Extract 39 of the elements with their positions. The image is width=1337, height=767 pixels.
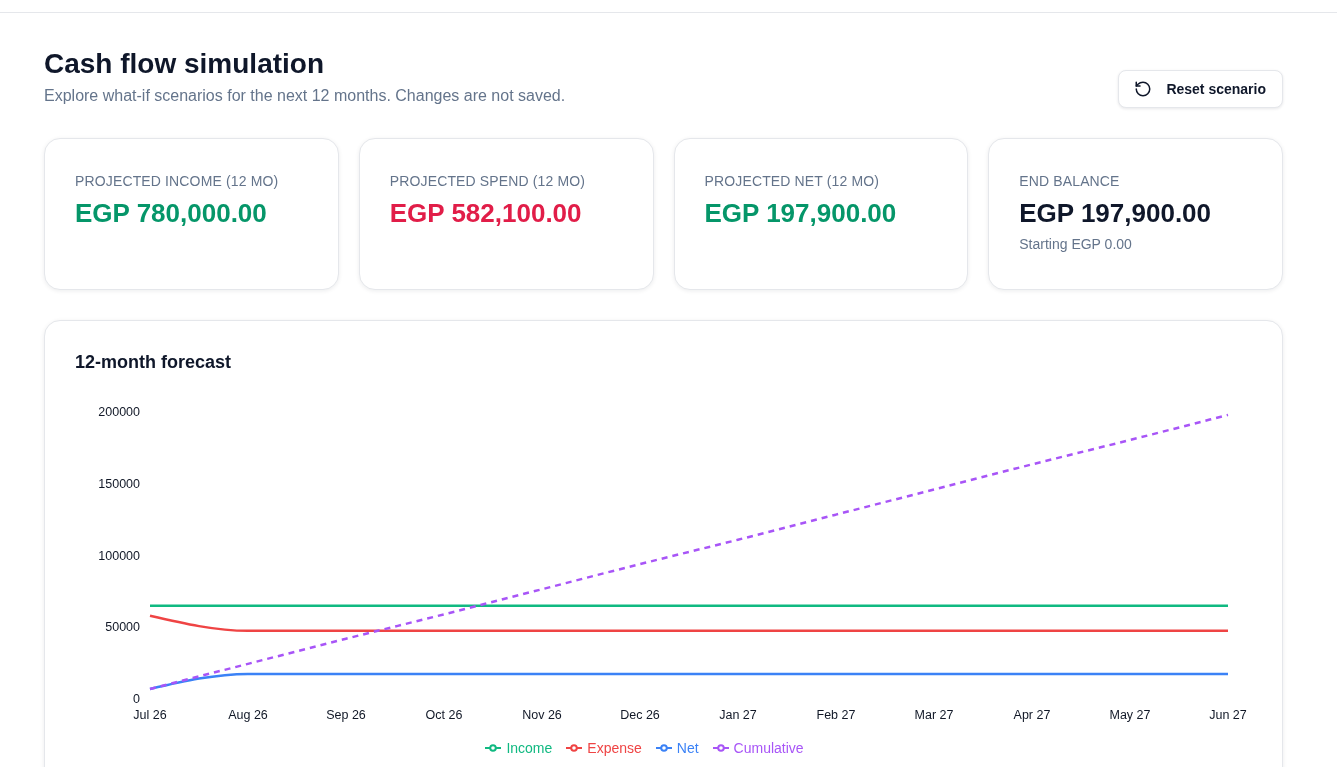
legend-label: Cumulative	[733, 739, 804, 758]
stat-value: EGP 780,000.00	[75, 197, 267, 230]
reset-button[interactable]: Reset scenario	[1118, 70, 1283, 108]
axis-label: Jul 26	[133, 708, 167, 722]
legend-marker-icon	[655, 744, 672, 752]
axis-label: 200000	[98, 405, 140, 419]
axis-label: 100000	[98, 548, 140, 563]
stat-label: END BALANCE	[1019, 172, 1120, 190]
axis-label: Dec 26	[620, 708, 660, 722]
page-subtitle: Explore what-if scenarios for the next 12 months. Changes are not saved.	[44, 86, 566, 106]
axis-label: Mar 27	[914, 708, 954, 722]
legend-marker-icon	[485, 744, 502, 752]
legend-marker-icon	[712, 744, 729, 752]
page-title: Cash flow simulation	[44, 47, 326, 81]
axis-label: 150000	[98, 476, 140, 491]
stat-value: EGP 582,100.00	[389, 197, 582, 230]
axis-label: Jan 27	[719, 708, 757, 722]
circular-arrow-icon	[1134, 80, 1153, 98]
stat-value: EGP 197,900.00	[704, 197, 897, 230]
axis-label: 0	[133, 692, 140, 706]
legend-label: Net	[676, 739, 699, 758]
stat-label: PROJECTED SPEND (12 MO)	[389, 172, 586, 190]
axis-label: Aug 26	[228, 708, 268, 722]
axis-label: Feb 27	[816, 708, 856, 722]
legend-label: Expense	[587, 739, 642, 758]
axis-label: Apr 27	[1013, 708, 1051, 722]
axis-label: Jun 27	[1209, 708, 1247, 722]
axis-label: Nov 26	[522, 708, 562, 722]
legend-marker-icon	[566, 744, 583, 752]
stat-note: Starting EGP 0.00	[1019, 235, 1132, 253]
stat-value: EGP 197,900.00	[1019, 197, 1212, 230]
legend-label: Income	[506, 739, 553, 758]
axis-label: May 27	[1109, 708, 1151, 722]
axis-label: Oct 26	[425, 708, 463, 722]
axis-label: Sep 26	[326, 708, 366, 722]
axis-label: 50000	[105, 620, 140, 635]
stat-label: PROJECTED INCOME (12 MO)	[75, 172, 279, 190]
chart-title: 12-month forecast	[75, 351, 233, 374]
stat-label: PROJECTED NET (12 MO)	[704, 172, 880, 190]
